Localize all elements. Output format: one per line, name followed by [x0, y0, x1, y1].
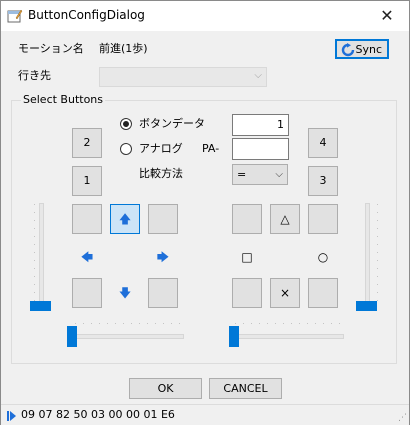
arrow-left-icon: 🡄	[80, 250, 94, 264]
circle-icon: ○	[317, 250, 329, 264]
square-button[interactable]: □	[232, 242, 262, 272]
slider-thumb[interactable]	[30, 301, 51, 311]
button-1[interactable]: 1	[72, 166, 102, 196]
motion-name-label: モーション名	[18, 42, 84, 55]
settings-form-icon	[7, 8, 23, 24]
slider-track	[231, 334, 344, 339]
dialog-window: ButtonConfigDialog ✕ モーション名 前進(1歩) Sync …	[0, 0, 410, 425]
compare-method-label: 比較方法	[139, 167, 183, 180]
face-empty-bottom-right[interactable]	[308, 278, 338, 308]
slider-ticks	[75, 323, 181, 324]
pa-input[interactable]	[232, 138, 289, 160]
slider-ticks	[377, 204, 378, 304]
play-marker-icon	[7, 410, 16, 424]
chevron-down-icon: ⌵	[275, 169, 283, 180]
cross-icon: ×	[279, 286, 291, 300]
compare-method-value: =	[237, 168, 247, 181]
dpad-left-button[interactable]: 🡄	[72, 242, 102, 272]
square-icon: □	[241, 250, 253, 264]
sync-button[interactable]: Sync	[335, 39, 389, 59]
slider-track	[71, 334, 184, 339]
dpad-empty-top-right[interactable]	[148, 204, 178, 234]
arrow-up-icon: 🡅	[118, 212, 132, 226]
face-empty-top-left[interactable]	[232, 204, 262, 234]
slider-thumb[interactable]	[356, 301, 377, 311]
dpad-empty-bottom-left[interactable]	[72, 278, 102, 308]
select-buttons-title: Select Buttons	[21, 93, 106, 107]
select-buttons-group	[11, 100, 397, 364]
cross-button[interactable]: ×	[270, 278, 300, 308]
destination-label: 行き先	[18, 69, 51, 82]
button-3[interactable]: 3	[308, 166, 338, 196]
cancel-button[interactable]: CANCEL	[209, 378, 282, 399]
refresh-icon	[341, 43, 355, 57]
status-text: 09 07 82 50 03 00 00 01 E6	[21, 408, 175, 421]
dpad-empty-bottom-right[interactable]	[148, 278, 178, 308]
motion-name-value: 前進(1歩)	[99, 42, 148, 55]
status-bar: 09 07 82 50 03 00 00 01 E6 ⋰	[1, 404, 409, 425]
sync-label: Sync	[355, 43, 382, 56]
dpad-down-button[interactable]: 🡇	[110, 278, 140, 308]
title-bar: ButtonConfigDialog ✕	[1, 1, 409, 31]
triangle-icon: △	[280, 212, 290, 226]
slider-ticks	[34, 204, 35, 304]
button-2[interactable]: 2	[72, 128, 102, 158]
slider-ticks	[235, 323, 341, 324]
slider-track	[39, 203, 44, 311]
slider-thumb[interactable]	[229, 326, 239, 347]
slider-track	[365, 203, 370, 311]
button-4[interactable]: 4	[308, 128, 338, 158]
radio-button-data[interactable]	[120, 118, 132, 130]
radio-analog[interactable]	[120, 143, 132, 155]
radio-selected-dot	[123, 121, 129, 127]
destination-combo[interactable]: ⌵	[99, 67, 267, 87]
arrow-right-icon: 🡆	[156, 250, 170, 264]
close-icon[interactable]: ✕	[365, 1, 409, 31]
pa-label: PA-	[202, 142, 220, 155]
radio-analog-label: アナログ	[139, 142, 183, 155]
window-title: ButtonConfigDialog	[28, 8, 145, 22]
face-empty-top-right[interactable]	[308, 204, 338, 234]
dpad-right-button[interactable]: 🡆	[148, 242, 178, 272]
slider-thumb[interactable]	[67, 326, 77, 347]
button-data-input[interactable]: 1	[232, 114, 289, 136]
circle-button[interactable]: ○	[308, 242, 338, 272]
resize-grip-icon[interactable]: ⋰	[398, 413, 407, 423]
chevron-down-icon: ⌵	[254, 70, 262, 81]
radio-button-data-label: ボタンデータ	[139, 117, 205, 130]
compare-method-select[interactable]: = ⌵	[232, 164, 288, 185]
dpad-empty-top-left[interactable]	[72, 204, 102, 234]
triangle-button[interactable]: △	[270, 204, 300, 234]
arrow-down-icon: 🡇	[118, 286, 132, 300]
face-empty-bottom-left[interactable]	[232, 278, 262, 308]
dpad-up-button[interactable]: 🡅	[110, 204, 140, 234]
ok-button[interactable]: OK	[129, 378, 202, 399]
